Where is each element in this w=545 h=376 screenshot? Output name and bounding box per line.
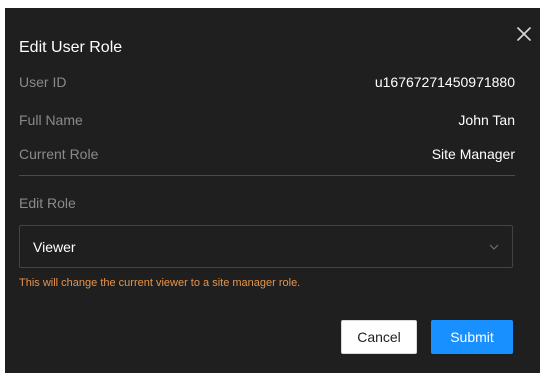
warning-message: This will change the current viewer to a… (19, 277, 301, 289)
full-name-value: John Tan (458, 112, 515, 128)
chevron-down-icon (489, 244, 499, 250)
dialog-title: Edit User Role (19, 39, 123, 56)
edit-user-role-dialog: Edit User Role User ID u1676727145097188… (5, 8, 540, 373)
current-role-label: Current Role (19, 146, 99, 162)
submit-button[interactable]: Submit (431, 320, 513, 354)
user-id-row: User ID u16767271450971880 (19, 74, 515, 90)
current-role-row: Current Role Site Manager (19, 146, 515, 162)
full-name-row: Full Name John Tan (19, 112, 515, 128)
current-role-value: Site Manager (431, 146, 515, 162)
role-select[interactable]: Viewer (19, 225, 513, 268)
close-icon (517, 27, 531, 41)
cancel-button[interactable]: Cancel (341, 320, 417, 354)
user-id-value: u16767271450971880 (374, 74, 515, 90)
user-id-label: User ID (19, 74, 67, 90)
role-select-value: Viewer (33, 238, 76, 255)
full-name-label: Full Name (19, 112, 83, 128)
edit-role-label: Edit Role (19, 195, 76, 211)
divider (19, 175, 515, 176)
close-button[interactable] (514, 24, 534, 44)
